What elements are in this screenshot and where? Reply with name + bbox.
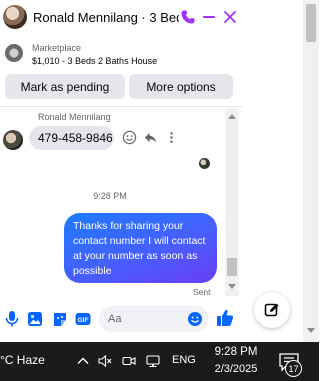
seen-receipt-avatar	[199, 158, 210, 169]
message-input[interactable]: Aa	[99, 306, 209, 332]
outgoing-message[interactable]: Thanks for sharing your contact number I…	[64, 213, 217, 283]
camera-icon[interactable]	[122, 354, 136, 368]
minimize-icon[interactable]	[201, 9, 217, 25]
message-thread: Ronald Mennilang 479-458-9846 9:28 PM Th…	[0, 108, 242, 296]
contact-avatar[interactable]	[3, 5, 27, 29]
gif-icon[interactable]: GIF	[75, 310, 91, 328]
listing-thumbnail[interactable]	[5, 44, 23, 62]
clock-date[interactable]: 2/3/2025	[207, 363, 265, 375]
phone-icon[interactable]	[180, 9, 196, 25]
reply-icon[interactable]	[143, 130, 158, 145]
speaker-muted-icon[interactable]	[98, 354, 112, 368]
message-composer: GIF Aa	[0, 300, 242, 340]
page-scrollbar-thumb[interactable]	[306, 4, 316, 42]
clock-time[interactable]: 9:28 PM	[210, 346, 262, 358]
scroll-down-arrow-icon[interactable]	[228, 284, 236, 289]
mic-icon[interactable]	[4, 310, 20, 328]
react-emoji-icon[interactable]	[122, 130, 137, 145]
emoji-icon[interactable]	[187, 311, 203, 327]
scroll-up-arrow-icon[interactable]	[228, 114, 236, 119]
sent-status: Sent	[193, 287, 211, 296]
chat-title[interactable]: Ronald Mennilang · 3 Beds…	[33, 10, 179, 25]
scroll-down-arrow-icon[interactable]	[307, 328, 315, 333]
thread-scrollbar[interactable]	[225, 108, 239, 296]
listing-title[interactable]: $1,010 - 3 Beds 2 Baths House	[32, 56, 157, 66]
notification-count-badge: 17	[285, 360, 302, 377]
close-icon[interactable]	[222, 9, 238, 25]
chevron-up-icon[interactable]	[76, 354, 90, 368]
sender-name: Ronald Mennilang	[38, 112, 111, 122]
new-message-button[interactable]	[254, 292, 290, 328]
compose-icon	[264, 303, 279, 317]
thread-scrollbar-thumb[interactable]	[227, 258, 237, 276]
svg-text:GIF: GIF	[78, 317, 89, 324]
chat-header: Ronald Mennilang · 3 Beds…	[0, 0, 242, 36]
message-timestamp: 9:28 PM	[93, 191, 127, 201]
sticker-icon[interactable]	[52, 310, 68, 328]
photo-icon[interactable]	[27, 310, 43, 328]
input-language-indicator[interactable]: ENG	[172, 354, 196, 366]
network-icon[interactable]	[146, 354, 160, 368]
more-options-button[interactable]: More options	[129, 74, 233, 99]
chat-window: Ronald Mennilang · 3 Beds… Marketplace $…	[0, 0, 242, 342]
like-icon[interactable]	[216, 308, 234, 328]
incoming-message[interactable]: 479-458-9846	[29, 126, 114, 150]
weather-widget[interactable]: °C Haze	[0, 353, 45, 367]
sender-avatar[interactable]	[3, 130, 23, 150]
page-scrollbar[interactable]	[303, 0, 319, 342]
marketplace-label: Marketplace	[32, 43, 82, 53]
divider	[0, 106, 242, 107]
mark-as-pending-button[interactable]: Mark as pending	[5, 74, 125, 99]
more-dots-icon[interactable]	[164, 130, 179, 145]
windows-taskbar: °C Haze ENG 9:28 PM 2/3/2025 17	[0, 342, 319, 381]
marketplace-listing[interactable]: Marketplace $1,010 - 3 Beds 2 Baths Hous…	[0, 38, 242, 72]
message-input-placeholder: Aa	[108, 313, 122, 325]
